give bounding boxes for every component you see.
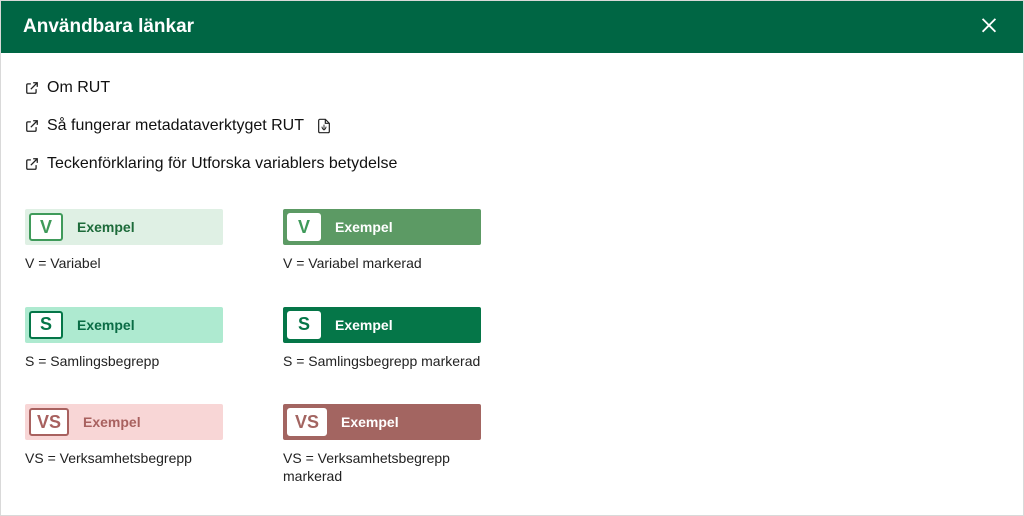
legend-badge: VS Exempel: [283, 404, 481, 440]
legend-caption: VS = Verksamhetsbegrepp markerad: [283, 450, 483, 485]
legend-letter-vs: VS: [29, 408, 69, 436]
close-button[interactable]: [977, 15, 1001, 39]
legend-badge: S Exempel: [283, 307, 481, 343]
legend-badge: S Exempel: [25, 307, 223, 343]
legend-vs-normal: VS Exempel VS = Verksamhetsbegrepp: [25, 404, 255, 485]
legend-grid: V Exempel V = Variabel V Exempel V = Var…: [25, 209, 999, 485]
legend-v-selected: V Exempel V = Variabel markerad: [283, 209, 513, 273]
legend-v-normal: V Exempel V = Variabel: [25, 209, 255, 273]
modal-title: Användbara länkar: [23, 16, 194, 38]
modal-header: Användbara länkar: [1, 1, 1023, 53]
legend-vs-selected: VS Exempel VS = Verksamhetsbegrepp marke…: [283, 404, 513, 485]
useful-links-modal: Användbara länkar Om RUT Så fungerar met…: [0, 0, 1024, 516]
legend-letter-vs: VS: [287, 408, 327, 436]
legend-badge: VS Exempel: [25, 404, 223, 440]
legend-example-label: Exempel: [325, 307, 481, 343]
legend-letter-v: V: [287, 213, 321, 241]
legend-letter-s: S: [29, 311, 63, 339]
legend-s-normal: S Exempel S = Samlingsbegrepp: [25, 307, 255, 371]
link-om-rut[interactable]: Om RUT: [47, 79, 110, 97]
external-link-icon: [25, 157, 39, 171]
link-item: Om RUT: [25, 79, 999, 97]
link-teckenforklaring[interactable]: Teckenförklaring för Utforska variablers…: [47, 155, 397, 173]
close-icon: [978, 13, 1000, 41]
legend-caption: VS = Verksamhetsbegrepp: [25, 450, 225, 468]
legend-s-selected: S Exempel S = Samlingsbegrepp markerad: [283, 307, 513, 371]
link-item: Teckenförklaring för Utforska variablers…: [25, 155, 999, 173]
external-link-icon: [25, 81, 39, 95]
external-link-icon: [25, 119, 39, 133]
legend-badge: V Exempel: [283, 209, 481, 245]
legend-example-label: Exempel: [73, 404, 223, 440]
modal-content: Om RUT Så fungerar metadataverktyget RUT…: [1, 53, 1023, 515]
legend-letter-v: V: [29, 213, 63, 241]
legend-example-label: Exempel: [331, 404, 481, 440]
legend-caption: S = Samlingsbegrepp: [25, 353, 225, 371]
legend-example-label: Exempel: [67, 209, 223, 245]
legend-badge: V Exempel: [25, 209, 223, 245]
legend-caption: V = Variabel markerad: [283, 255, 483, 273]
pdf-file-icon: [316, 117, 332, 135]
legend-caption: S = Samlingsbegrepp markerad: [283, 353, 483, 371]
legend-example-label: Exempel: [67, 307, 223, 343]
link-metadataverktyget[interactable]: Så fungerar metadataverktyget RUT: [47, 117, 304, 135]
link-item: Så fungerar metadataverktyget RUT: [25, 117, 999, 135]
legend-example-label: Exempel: [325, 209, 481, 245]
legend-caption: V = Variabel: [25, 255, 225, 273]
legend-letter-s: S: [287, 311, 321, 339]
